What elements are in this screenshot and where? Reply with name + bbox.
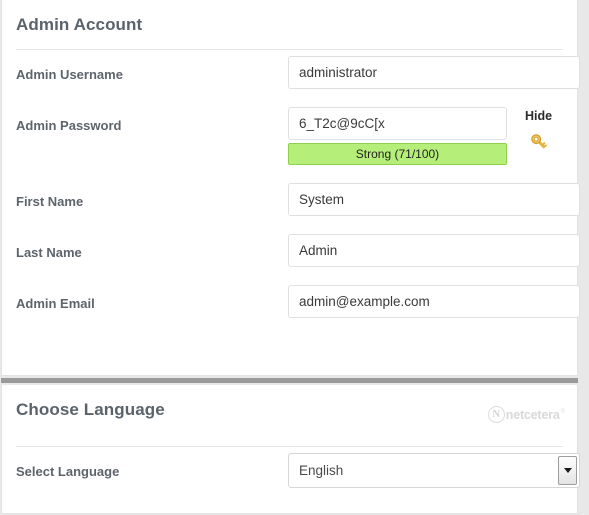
control-admin-username	[288, 50, 580, 89]
label-admin-email: Admin Email	[16, 296, 95, 311]
admin-account-form: Admin Username Admin Password Strong (71…	[2, 50, 580, 330]
password-visibility-toggle[interactable]: Hide	[525, 109, 552, 123]
control-last-name	[288, 228, 580, 267]
installer-page: Admin Account Admin Username Admin Passw…	[0, 0, 589, 515]
admin-password-input[interactable]	[288, 107, 507, 140]
control-select-language: English	[288, 447, 580, 488]
choose-language-header: Choose Language N netcetera ®	[2, 385, 577, 447]
label-select-language: Select Language	[16, 464, 120, 479]
label-last-name: Last Name	[16, 245, 82, 260]
netcetera-logo: N netcetera ®	[487, 406, 565, 423]
label-admin-password: Admin Password	[16, 118, 122, 133]
key-icon[interactable]	[528, 131, 550, 153]
control-first-name	[288, 177, 580, 216]
choose-language-panel: Choose Language N netcetera ® Select Lan…	[1, 385, 580, 514]
language-section-title: Choose Language	[16, 400, 165, 419]
field-row-last-name: Last Name	[16, 228, 580, 279]
registered-trademark-icon: ®	[560, 409, 565, 415]
field-row-admin-email: Admin Email	[16, 279, 580, 330]
chevron-down-icon	[563, 468, 572, 473]
admin-username-input[interactable]	[288, 56, 580, 89]
page-title: Admin Account	[16, 15, 143, 34]
field-row-first-name: First Name	[16, 177, 580, 228]
netcetera-wordmark: netcetera	[505, 407, 560, 422]
language-form: Select Language English	[2, 447, 580, 498]
admin-account-header: Admin Account	[2, 0, 577, 50]
field-row-select-language: Select Language English	[16, 447, 580, 498]
first-name-input[interactable]	[288, 183, 580, 216]
language-select-button[interactable]	[558, 456, 577, 485]
field-row-admin-username: Admin Username	[16, 50, 580, 101]
netcetera-mark-icon: N	[487, 406, 505, 423]
password-strength-badge: Strong (71/100)	[288, 143, 507, 165]
label-first-name: First Name	[16, 194, 84, 209]
password-field-group: Strong (71/100)	[288, 107, 507, 165]
last-name-input[interactable]	[288, 234, 580, 267]
admin-account-panel: Admin Account Admin Username Admin Passw…	[1, 0, 580, 376]
password-strength-label: Strong (71/100)	[355, 147, 440, 161]
password-tools: Hide	[525, 107, 552, 153]
language-select[interactable]: English	[288, 453, 580, 488]
field-row-admin-password: Admin Password Strong (71/100) Hide	[16, 101, 563, 177]
control-admin-password: Strong (71/100) Hide	[288, 101, 563, 165]
panel-separator	[1, 378, 578, 383]
control-admin-email	[288, 279, 580, 318]
language-select-value[interactable]: English	[288, 453, 580, 488]
admin-email-input[interactable]	[288, 285, 580, 318]
label-admin-username: Admin Username	[16, 67, 123, 82]
